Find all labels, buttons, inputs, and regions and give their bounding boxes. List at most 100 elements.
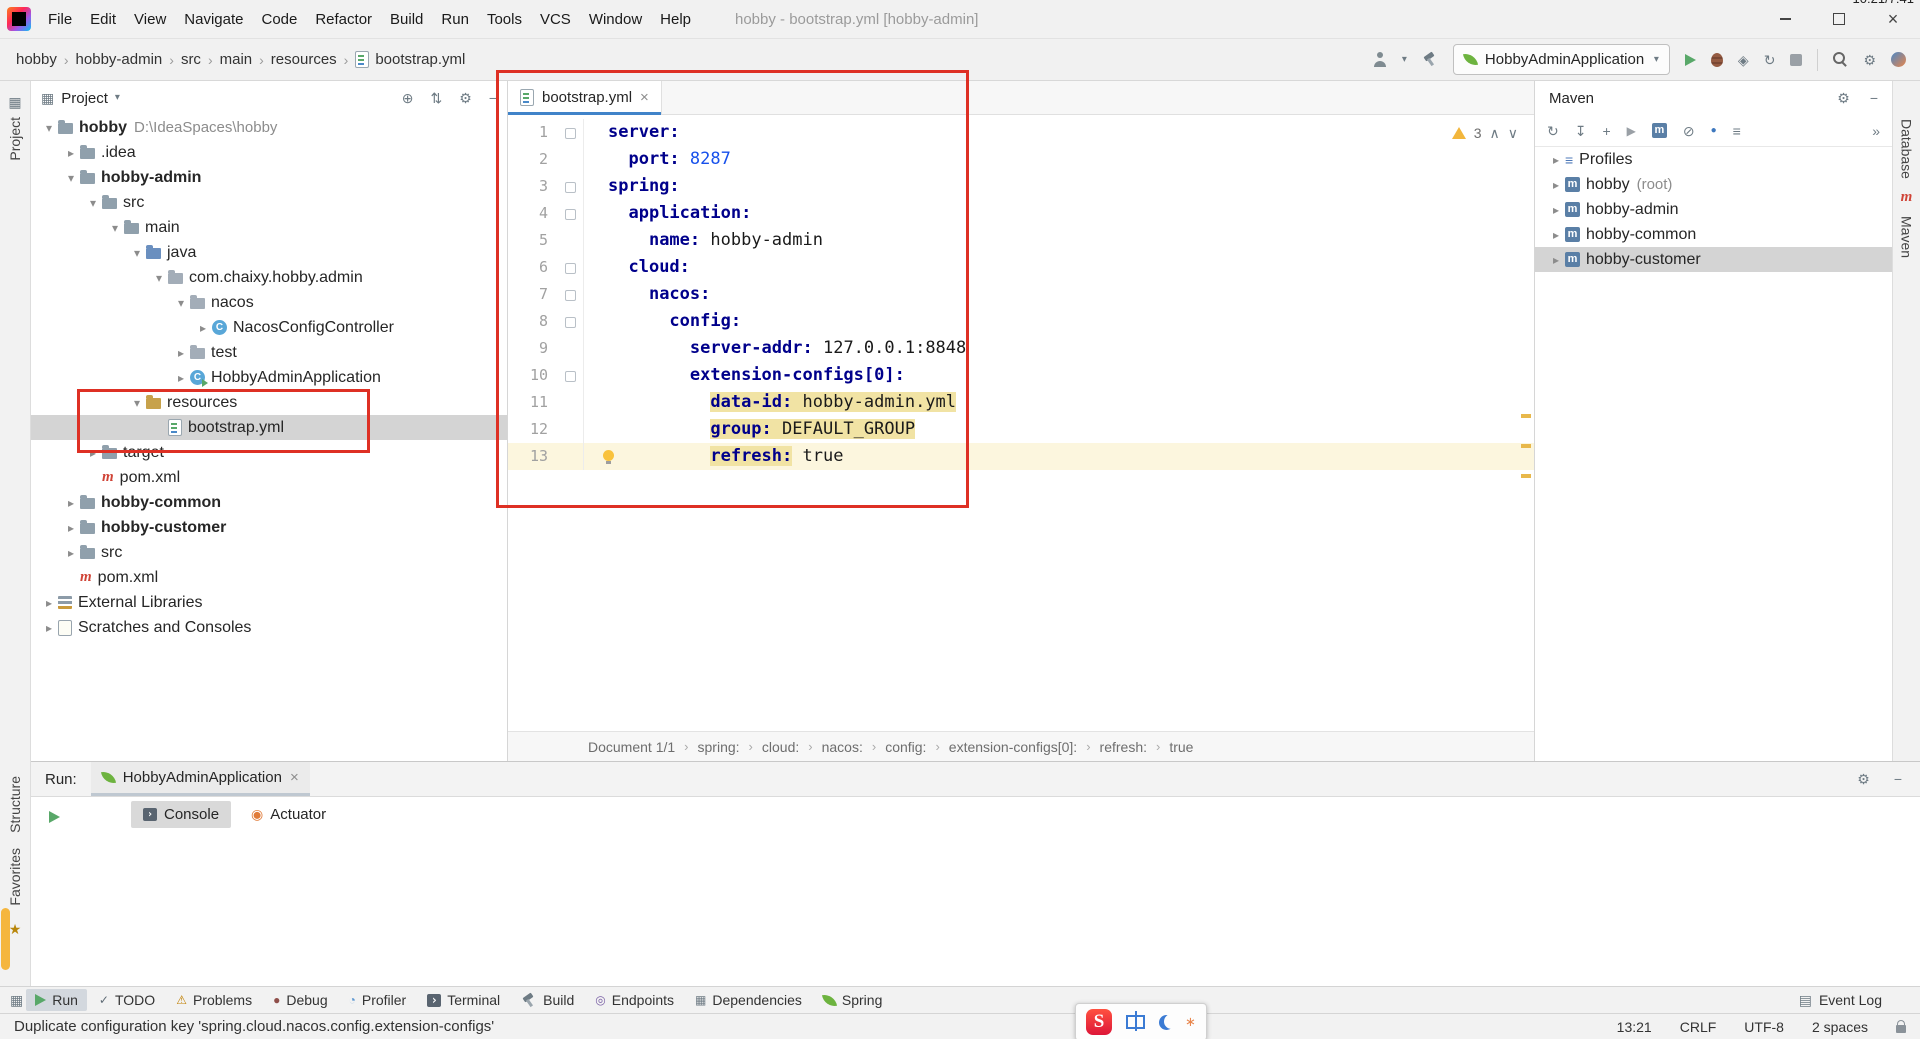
code-line-2[interactable]: 2 port: 8287 (508, 146, 1534, 173)
menu-window[interactable]: Window (580, 0, 651, 39)
tree-chevron-icon[interactable]: ▸ (62, 521, 80, 535)
close-tab-icon[interactable]: × (290, 769, 299, 786)
stop-button[interactable] (1790, 53, 1803, 66)
code-line-13[interactable]: 13 refresh: true (508, 443, 1534, 470)
menu-build[interactable]: Build (381, 0, 432, 39)
tree-chevron-icon[interactable]: ▸ (62, 496, 80, 510)
sogou-logo-icon[interactable]: S (1086, 1009, 1112, 1035)
menu-navigate[interactable]: Navigate (175, 0, 252, 39)
project-tree-item-nacosconfigcontroller[interactable]: ▸ C NacosConfigController (31, 315, 507, 340)
run-button[interactable] (1684, 53, 1696, 66)
code-line-12[interactable]: 12 group: DEFAULT_GROUP (508, 416, 1534, 443)
select-opened-file-icon[interactable]: ⊕ (402, 91, 414, 105)
fold-marker-icon[interactable] (565, 371, 576, 382)
tree-chevron-icon[interactable]: ▾ (84, 196, 102, 210)
project-tree-item-java[interactable]: ▾ java (31, 240, 507, 265)
toolwindow-tab-todo[interactable]: ✓ TODO (90, 989, 164, 1011)
breadcrumb-item-bootstrap-yml[interactable]: bootstrap.yml (355, 51, 465, 68)
download-icon[interactable]: ↧ (1575, 124, 1587, 138)
skip-icon[interactable]: ⊘ (1683, 124, 1695, 138)
menu-view[interactable]: View (125, 0, 175, 39)
fold-marker-icon[interactable] (565, 209, 576, 220)
run-content-tab[interactable]: HobbyAdminApplication × (90, 762, 310, 796)
fullwidth-moon-icon[interactable] (1159, 1015, 1174, 1030)
project-tree-item-external-libraries[interactable]: ▸ External Libraries (31, 590, 507, 615)
tree-chevron-icon[interactable]: ▸ (1547, 203, 1565, 217)
project-tree-item-pom-xml[interactable]: m pom.xml (31, 465, 507, 490)
run-settings-icon[interactable]: ⚙ (1857, 772, 1870, 786)
breadcrumb-item-hobby[interactable]: hobby (16, 51, 57, 68)
refresh-icon[interactable]: ↻ (1547, 124, 1559, 138)
toolwindow-tab-spring[interactable]: Spring (814, 989, 891, 1011)
build-hammer-icon[interactable] (1422, 52, 1438, 67)
prev-warning-icon[interactable]: ∧ (1490, 126, 1500, 140)
project-tree-item-bootstrap-yml[interactable]: bootstrap.yml (31, 415, 507, 440)
intention-bulb-icon[interactable] (603, 450, 614, 464)
tree-chevron-icon[interactable]: ▾ (128, 396, 146, 410)
tree-chevron-icon[interactable]: ▾ (128, 246, 146, 260)
toolwindow-tab-terminal[interactable]: › Terminal (418, 989, 509, 1011)
maven-tree-item-hobby-admin[interactable]: ▸ m hobby-admin (1535, 197, 1892, 222)
collapse-all-icon[interactable]: ⇅ (431, 91, 443, 105)
event-log-button[interactable]: ▤ Event Log (1799, 992, 1910, 1008)
inspection-widget[interactable]: 3 ∧ ∨ (1451, 125, 1518, 141)
menu-run[interactable]: Run (432, 0, 478, 39)
plus-icon[interactable]: + (1602, 124, 1610, 138)
settings-gear-icon[interactable]: ⚙ (1863, 53, 1876, 67)
tree-chevron-icon[interactable]: ▸ (62, 546, 80, 560)
ide-updates-icon[interactable] (1891, 52, 1906, 67)
editor-tab-bootstrap-yml[interactable]: bootstrap.yml × (508, 81, 662, 115)
code-line-10[interactable]: 10 extension-configs[0]: (508, 362, 1534, 389)
project-tree-item-hobby-customer[interactable]: ▸ hobby-customer (31, 515, 507, 540)
fold-marker-icon[interactable] (565, 128, 576, 139)
menu-edit[interactable]: Edit (81, 0, 125, 39)
user-dropdown-icon[interactable]: ▾ (1402, 54, 1407, 65)
code-line-11[interactable]: 11 data-id: hobby-admin.yml (508, 389, 1534, 416)
tree-chevron-icon[interactable]: ▸ (84, 446, 102, 460)
editor-breadcrumb-document-1-1[interactable]: Document 1/1 (588, 739, 675, 755)
maven-tree-item-profiles[interactable]: ▸ ≡ Profiles (1535, 147, 1892, 172)
maven-tree-item-hobby-common[interactable]: ▸ m hobby-common (1535, 222, 1892, 247)
tree-chevron-icon[interactable]: ▾ (62, 171, 80, 185)
editor-breadcrumb-spring[interactable]: spring: (698, 739, 740, 755)
project-tree-item-scratches-and-consoles[interactable]: ▸ Scratches and Consoles (31, 615, 507, 640)
hide-panel-icon[interactable]: − (489, 91, 497, 105)
run-view-tab-console[interactable]: › Console (131, 800, 232, 828)
indent-widget[interactable]: 2 spaces (1812, 1019, 1868, 1035)
breadcrumb-item-main[interactable]: main (220, 51, 253, 68)
code-line-7[interactable]: 7 nacos: (508, 281, 1534, 308)
tree-chevron-icon[interactable]: ▾ (150, 271, 168, 285)
run-configuration-select[interactable]: HobbyAdminApplication ▾ (1452, 44, 1670, 75)
next-warning-icon[interactable]: ∨ (1508, 126, 1518, 140)
fold-marker-icon[interactable] (565, 290, 576, 301)
tree-chevron-icon[interactable]: ▸ (40, 596, 58, 610)
console-output[interactable] (31, 831, 1920, 986)
encoding-widget[interactable]: UTF-8 (1744, 1019, 1784, 1035)
tool-stripe-favorites[interactable]: Favorites (7, 848, 23, 906)
menu-vcs[interactable]: VCS (531, 0, 580, 39)
toolwindow-tab-build[interactable]: Build (512, 989, 583, 1011)
code-line-4[interactable]: 4 application: (508, 200, 1534, 227)
code-line-5[interactable]: 5 name: hobby-admin (508, 227, 1534, 254)
hide-panel-icon[interactable]: − (1894, 772, 1902, 786)
tree-chevron-icon[interactable]: ▸ (172, 371, 190, 385)
tree-chevron-icon[interactable]: ▾ (40, 121, 58, 135)
toolwindow-tab-run[interactable]: Run (26, 989, 87, 1011)
editor-breadcrumb-cloud[interactable]: cloud: (762, 739, 799, 755)
breadcrumb-item-hobby-admin[interactable]: hobby-admin (76, 51, 163, 68)
tree-chevron-icon[interactable]: ▸ (1547, 228, 1565, 242)
toolwindow-tab-debug[interactable]: ● Debug (264, 989, 337, 1011)
tool-window-switcher-icon[interactable]: ▦ (10, 993, 23, 1007)
rerun-button[interactable]: ↻ (1764, 53, 1776, 67)
rerun-application-icon[interactable] (48, 811, 60, 823)
project-settings-icon[interactable]: ⚙ (459, 91, 472, 105)
editor-breadcrumb-true[interactable]: true (1169, 739, 1193, 755)
project-tree-item-idea[interactable]: ▸ .idea (31, 140, 507, 165)
toolwindow-tab-profiler[interactable]: ◔ Profiler (340, 989, 416, 1011)
project-tree-item-src[interactable]: ▸ src (31, 540, 507, 565)
tree-chevron-icon[interactable]: ▸ (62, 146, 80, 160)
project-tree-item-hobbyadminapplication[interactable]: ▸ C HobbyAdminApplication (31, 365, 507, 390)
code-line-3[interactable]: 3 spring: (508, 173, 1534, 200)
hide-panel-icon[interactable]: − (1870, 91, 1878, 105)
maven-tree-item-hobby[interactable]: ▸ m hobby (root) (1535, 172, 1892, 197)
